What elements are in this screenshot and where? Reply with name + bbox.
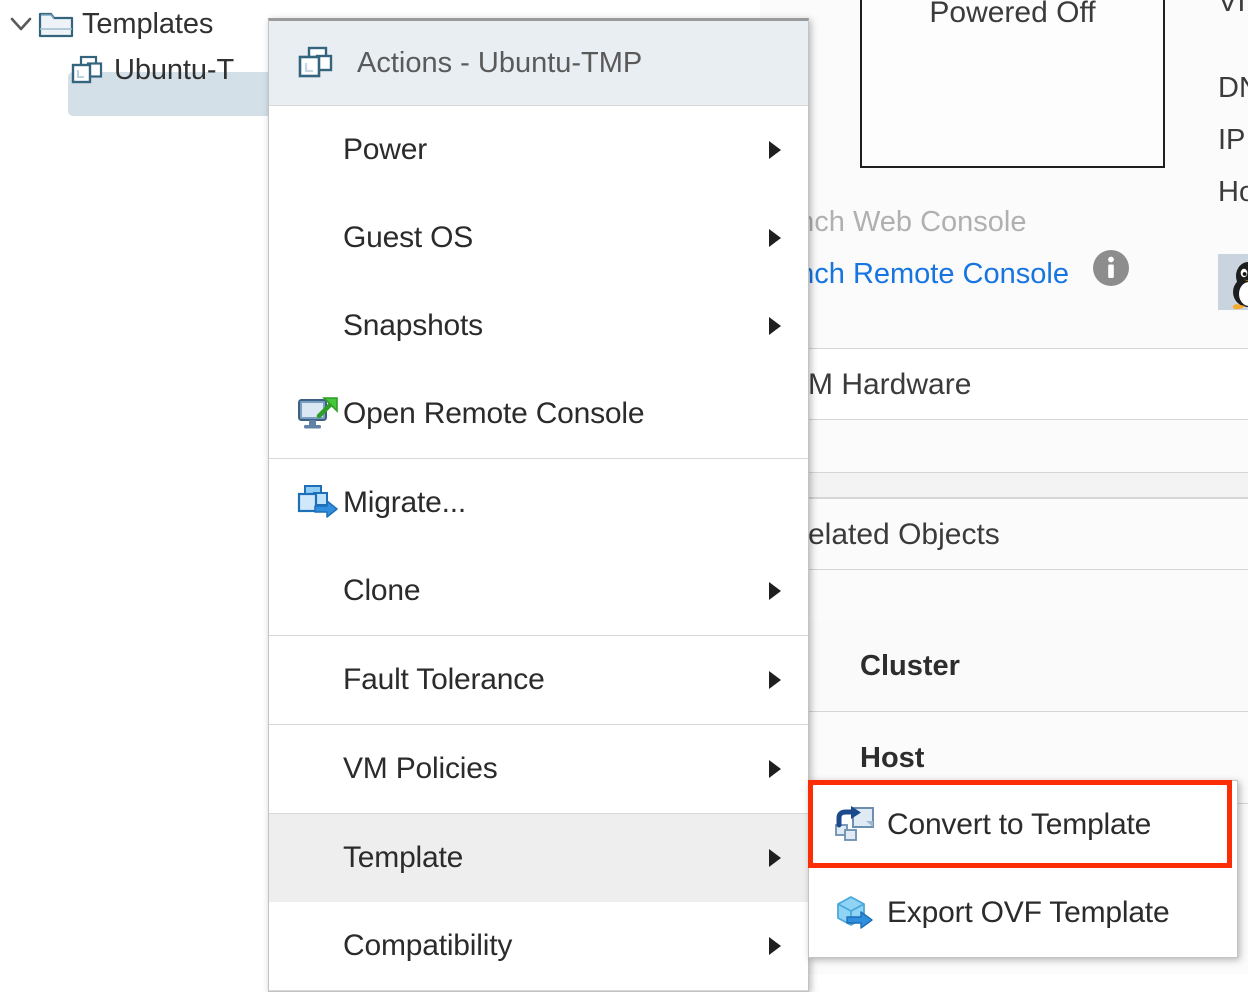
linux-penguin-icon — [1218, 254, 1248, 310]
convert-to-template-icon — [833, 805, 887, 845]
launch-remote-console-link[interactable]: unch Remote Console — [760, 248, 1248, 300]
menu-item-guest-os[interactable]: Guest OS — [269, 194, 808, 282]
context-menu-header: Actions - Ubuntu-TMP — [269, 21, 808, 105]
vm-template-icon — [297, 45, 335, 81]
export-ovf-icon — [833, 893, 887, 933]
submenu-item-label-convert-to-template: Convert to Template — [887, 808, 1152, 841]
menu-item-migrate[interactable]: Migrate... — [269, 459, 808, 547]
tree-item-templates[interactable]: Templates — [0, 0, 300, 48]
launch-web-console-link[interactable]: unch Web Console — [760, 196, 1248, 248]
inventory-tree: Templates Ubuntu-T — [0, 0, 300, 974]
menu-item-label-template: Template — [343, 841, 464, 874]
submenu-arrow-icon — [766, 669, 784, 691]
menu-item-label-open-remote-console: Open Remote Console — [343, 397, 645, 430]
section-title-vm-hardware: M Hardware — [808, 368, 972, 401]
chevron-down-icon[interactable] — [4, 7, 38, 41]
power-state-label: Powered Off — [929, 0, 1096, 29]
section-gap — [760, 472, 1248, 498]
tree-item-label-templates: Templates — [82, 7, 214, 40]
remote-console-icon — [297, 394, 343, 434]
menu-item-compatibility[interactable]: Compatibility — [269, 902, 808, 990]
vm-template-icon — [70, 54, 104, 86]
section-header-vm-hardware[interactable]: M Hardware — [760, 348, 1248, 420]
submenu-arrow-icon — [766, 935, 784, 957]
menu-item-vm-policies[interactable]: VM Policies — [269, 725, 808, 813]
menu-divider — [269, 990, 808, 991]
right-label-2: IP — [1218, 124, 1246, 156]
right-label-0: VI — [1218, 0, 1246, 18]
right-label-1: DN — [1218, 72, 1248, 104]
submenu-arrow-icon — [766, 758, 784, 780]
submenu-arrow-icon — [766, 139, 784, 161]
submenu-arrow-icon — [766, 580, 784, 602]
info-icon[interactable] — [1091, 248, 1131, 288]
launch-remote-console-label: unch Remote Console — [782, 258, 1069, 290]
menu-item-template[interactable]: Template — [269, 814, 808, 902]
actions-context-menu: Actions - Ubuntu-TMP Power Guest OS Snap… — [268, 18, 809, 992]
migrate-icon — [297, 484, 343, 522]
menu-item-label-migrate: Migrate... — [343, 486, 467, 519]
template-submenu: Convert to Template Export OVF Template — [808, 780, 1238, 958]
menu-item-clone[interactable]: Clone — [269, 547, 808, 635]
section-header-related-objects[interactable]: elated Objects — [760, 498, 1248, 570]
right-label-3: Ho — [1218, 176, 1248, 208]
menu-item-power[interactable]: Power — [269, 106, 808, 194]
section-title-related-objects: elated Objects — [808, 518, 1000, 551]
menu-item-label-clone: Clone — [343, 574, 421, 607]
menu-item-label-compatibility: Compatibility — [343, 929, 513, 962]
menu-item-label-power: Power — [343, 133, 428, 166]
console-links-group: unch Web Console unch Remote Console — [760, 196, 1248, 300]
menu-item-label-snapshots: Snapshots — [343, 309, 483, 342]
submenu-arrow-icon — [766, 227, 784, 249]
menu-item-open-remote-console[interactable]: Open Remote Console — [269, 370, 808, 458]
related-object-row-cluster[interactable]: Cluster — [760, 620, 1248, 712]
submenu-arrow-icon — [766, 315, 784, 337]
submenu-item-convert-to-template[interactable]: Convert to Template — [809, 781, 1237, 869]
vm-console-thumbnail[interactable]: Powered Off — [860, 0, 1165, 168]
submenu-item-export-ovf-template[interactable]: Export OVF Template — [809, 869, 1237, 957]
related-object-key-cluster: Cluster — [860, 650, 960, 682]
folder-icon — [38, 9, 74, 39]
menu-item-fault-tolerance[interactable]: Fault Tolerance — [269, 636, 808, 724]
launch-web-console-label: unch Web Console — [782, 206, 1027, 238]
menu-item-snapshots[interactable]: Snapshots — [269, 282, 808, 370]
menu-item-label-vm-policies: VM Policies — [343, 752, 498, 785]
context-menu-title: Actions - Ubuntu-TMP — [357, 46, 643, 79]
tree-item-label-ubuntu: Ubuntu-T — [114, 53, 235, 86]
menu-item-label-guest-os: Guest OS — [343, 221, 474, 254]
menu-item-label-fault-tolerance: Fault Tolerance — [343, 663, 545, 696]
submenu-arrow-icon — [766, 847, 784, 869]
submenu-item-label-export-ovf-template: Export OVF Template — [887, 896, 1170, 929]
